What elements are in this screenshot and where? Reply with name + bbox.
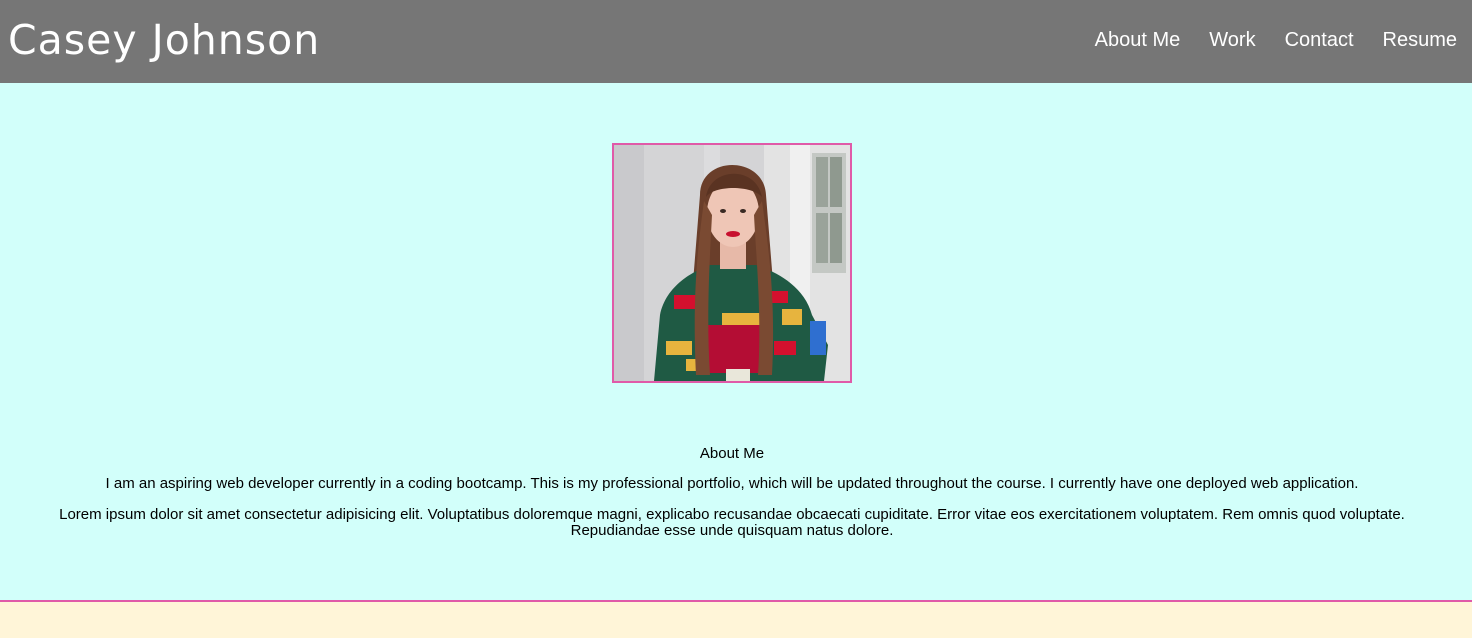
nav-resume[interactable]: Resume — [1383, 28, 1457, 52]
profile-photo — [612, 143, 852, 383]
profile-photo-illustration — [614, 145, 850, 381]
nav-work[interactable]: Work — [1209, 28, 1255, 52]
about-section: About Me I am an aspiring web developer … — [0, 83, 1472, 600]
about-intro-paragraph: I am an aspiring web developer currently… — [105, 475, 1359, 492]
site-header: Casey Johnson About Me Work Contact Resu… — [0, 0, 1472, 83]
about-heading: About Me — [699, 445, 765, 462]
next-section-strip — [0, 600, 1472, 638]
nav-about-me[interactable]: About Me — [1095, 28, 1181, 52]
nav-contact[interactable]: Contact — [1285, 28, 1354, 52]
main-nav: About Me Work Contact Resume — [1095, 28, 1457, 52]
about-lorem-paragraph: Lorem ipsum dolor sit amet consectetur a… — [59, 506, 1405, 539]
site-title[interactable]: Casey Johnson — [8, 14, 320, 66]
